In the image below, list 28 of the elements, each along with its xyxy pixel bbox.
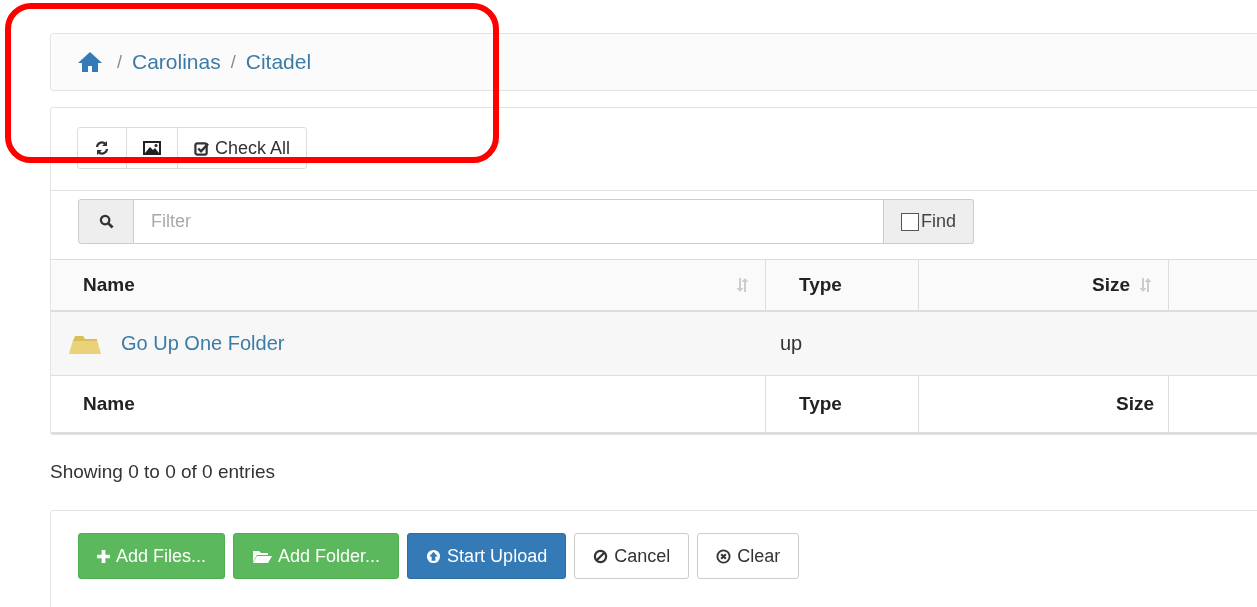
checkbox-icon bbox=[194, 140, 209, 156]
upload-action-button[interactable]: Start Upload bbox=[407, 533, 567, 579]
filter-field[interactable]: Filter bbox=[134, 199, 884, 244]
breadcrumb-separator: / bbox=[230, 51, 236, 73]
column-footer: Size bbox=[919, 376, 1169, 432]
column-header[interactable]: Name bbox=[51, 260, 766, 310]
entries-info: Showing 0 to 0 of 0 entries bbox=[50, 461, 276, 483]
close-circle-icon bbox=[716, 548, 732, 564]
go-up-link[interactable]: Go Up One Folder bbox=[121, 332, 285, 355]
ban-icon bbox=[593, 548, 609, 564]
column-footer: Type bbox=[766, 376, 919, 432]
search-icon bbox=[78, 199, 134, 244]
upload-icon bbox=[426, 548, 442, 564]
find-checkbox[interactable]: Find bbox=[884, 199, 974, 244]
column-footer: Name bbox=[51, 376, 766, 432]
upload-action-button[interactable]: Clear bbox=[697, 533, 800, 579]
table-cell-text: up bbox=[779, 331, 804, 356]
folder-icon bbox=[252, 549, 273, 563]
image-icon bbox=[143, 141, 161, 155]
plus-icon bbox=[97, 549, 110, 563]
home-icon[interactable] bbox=[77, 51, 103, 73]
breadcrumb-link[interactable]: Citadel bbox=[245, 50, 312, 74]
breadcrumb-link[interactable]: Carolinas bbox=[132, 50, 221, 74]
refresh-icon bbox=[94, 140, 110, 156]
column-header[interactable]: Type bbox=[766, 260, 919, 310]
upload-action-button[interactable]: Cancel bbox=[574, 533, 690, 579]
column-header[interactable]: Size bbox=[919, 260, 1169, 310]
breadcrumb-separator: / bbox=[117, 51, 122, 73]
